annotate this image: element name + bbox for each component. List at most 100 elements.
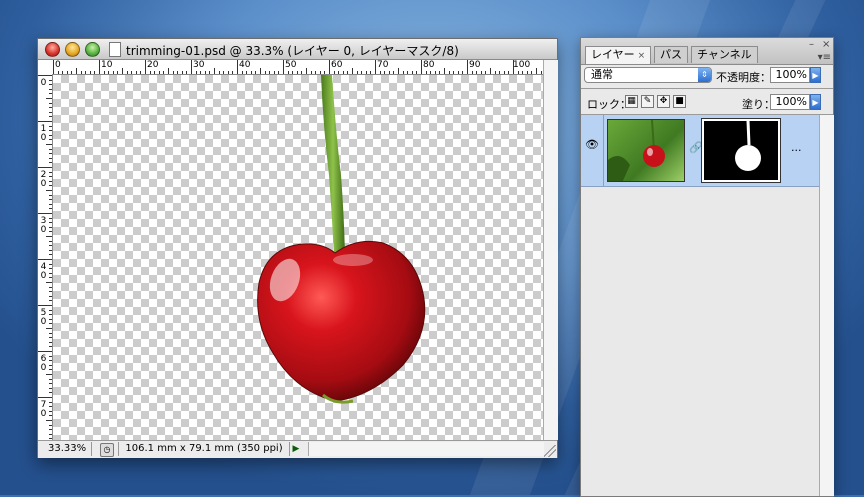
ruler-tick <box>57 71 59 74</box>
ruler-tick <box>471 71 473 74</box>
ruler-tick <box>319 71 321 74</box>
ruler-tick <box>444 68 445 74</box>
ruler-label: 10 <box>101 60 113 70</box>
ruler-tick <box>94 71 96 74</box>
ruler-tick <box>430 71 432 74</box>
lock-position-icon[interactable]: ✥ <box>657 95 670 108</box>
palette-close-icon[interactable]: × <box>822 39 830 50</box>
status-menu-icon[interactable]: ◷ <box>100 443 114 457</box>
ruler-tick <box>49 162 52 164</box>
ruler-tick <box>49 429 52 431</box>
ruler-tick <box>38 259 52 260</box>
link-icon[interactable]: 🔗 <box>689 141 703 154</box>
ruler-tick <box>195 71 197 74</box>
ruler-tick <box>49 153 52 155</box>
tab-label: チャンネル <box>697 48 752 61</box>
document-titlebar[interactable]: trimming-01.psd @ 33.3% (レイヤー 0, レイヤーマスク… <box>38 39 557 60</box>
ruler-tick <box>342 71 344 74</box>
ruler-tick <box>76 68 77 74</box>
ruler-label: 7 0 <box>40 400 47 419</box>
layers-scrollbar[interactable] <box>819 115 834 496</box>
zoom-icon[interactable] <box>85 42 100 57</box>
ruler-tick <box>49 116 52 118</box>
ruler-vertical[interactable]: 0 1 0 2 0 3 0 4 0 5 0 6 0 7 0 <box>38 74 53 440</box>
ruler-tick <box>260 68 261 74</box>
ruler-label: 70 <box>377 60 389 70</box>
cherry-image <box>257 75 426 404</box>
vertical-scrollbar[interactable] <box>543 60 558 440</box>
tab-channels[interactable]: チャンネル <box>691 46 758 63</box>
ruler-label: 90 <box>469 60 481 70</box>
ruler-tick <box>416 71 418 74</box>
ruler-tick <box>439 71 441 74</box>
tab-layers[interactable]: レイヤー × <box>585 46 652 64</box>
document-title: trimming-01.psd @ 33.3% (レイヤー 0, レイヤーマスク… <box>126 44 459 58</box>
ruler-tick <box>49 148 52 150</box>
ruler-tick <box>38 213 52 214</box>
ruler-tick <box>49 176 52 178</box>
lock-transparency-icon[interactable]: ▦ <box>625 95 638 108</box>
ruler-tick <box>480 71 482 74</box>
resize-grip-icon[interactable] <box>544 445 556 457</box>
ruler-tick <box>46 190 52 191</box>
close-icon[interactable] <box>45 42 60 57</box>
ruler-tick <box>49 134 52 136</box>
ruler-tick <box>49 263 52 265</box>
palette-menu-icon[interactable]: ▾≡ <box>818 52 831 63</box>
ruler-tick <box>46 328 52 329</box>
ruler-tick <box>49 157 52 159</box>
ruler-tick <box>49 226 52 228</box>
ruler-tick <box>301 71 303 74</box>
opacity-label: 不透明度： <box>716 71 771 84</box>
fill-slider-button[interactable]: ▶ <box>810 94 821 110</box>
opacity-field[interactable]: 100% <box>770 67 810 83</box>
ruler-tick <box>513 60 514 74</box>
layer-thumbnail[interactable] <box>607 119 685 182</box>
ruler-tick <box>145 60 146 74</box>
ruler-tick <box>365 71 367 74</box>
ruler-tick <box>255 71 257 74</box>
minimize-icon[interactable] <box>65 42 80 57</box>
status-arrow-icon[interactable]: ▶ <box>290 442 302 456</box>
ruler-origin[interactable] <box>38 60 53 75</box>
ruler-tick <box>462 71 464 74</box>
visibility-toggle[interactable]: 👁 <box>581 115 604 186</box>
tab-paths[interactable]: パス <box>654 46 688 63</box>
lock-all-icon[interactable]: ■ <box>673 95 686 108</box>
ruler-tick <box>398 68 399 74</box>
image-canvas[interactable] <box>53 75 543 440</box>
ruler-tick <box>485 71 487 74</box>
palette-header[interactable]: – × ▾≡ レイヤー × パス チャンネル <box>581 38 833 65</box>
ruler-tick <box>49 337 52 339</box>
lock-image-icon[interactable]: ✎ <box>641 95 654 108</box>
zoom-field[interactable]: 33.33% <box>40 442 92 456</box>
document-proxy-icon[interactable] <box>109 42 121 57</box>
ruler-tick <box>49 309 52 311</box>
ruler-tick <box>292 71 294 74</box>
close-icon[interactable]: × <box>638 51 646 61</box>
ruler-tick <box>49 314 52 316</box>
fill-field[interactable]: 100% <box>770 94 810 110</box>
palette-minimize-icon[interactable]: – <box>809 39 814 50</box>
ruler-tick <box>536 68 537 74</box>
ruler-tick <box>264 71 266 74</box>
ruler-tick <box>49 107 52 109</box>
ruler-tick <box>38 167 52 168</box>
ruler-horizontal[interactable]: 0 10 20 30 40 50 60 70 80 90 100 <box>52 60 543 75</box>
ruler-tick <box>49 180 52 182</box>
ruler-tick <box>172 71 174 74</box>
horizontal-scrollbar[interactable] <box>308 442 544 456</box>
ruler-tick <box>306 68 307 74</box>
ruler-tick <box>46 282 52 283</box>
blend-mode-select[interactable]: 通常 ⇕ <box>584 67 712 83</box>
opacity-slider-button[interactable]: ▶ <box>810 67 821 83</box>
layer-name[interactable]: ... <box>791 141 802 154</box>
layer-mask-thumbnail[interactable] <box>701 118 781 183</box>
ruler-tick <box>80 71 82 74</box>
ruler-tick <box>333 71 335 74</box>
ruler-tick <box>38 75 52 76</box>
ruler-tick <box>71 71 73 74</box>
ruler-tick <box>49 369 52 371</box>
ruler-tick <box>273 71 275 74</box>
layer-row[interactable]: 👁 🔗 ... <box>581 115 819 187</box>
